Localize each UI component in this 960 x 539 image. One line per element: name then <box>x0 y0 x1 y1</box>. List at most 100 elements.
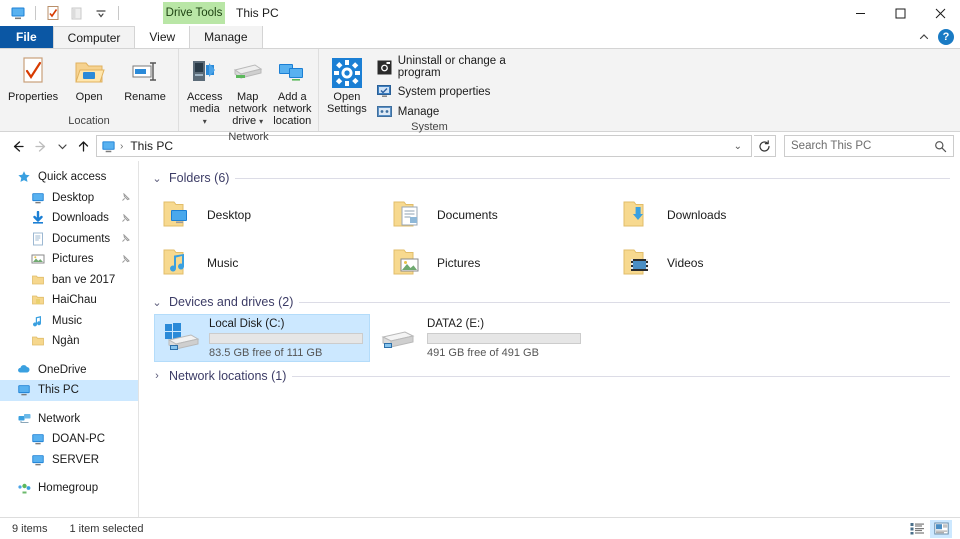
properties-icon[interactable] <box>43 3 63 23</box>
this-pc-icon[interactable] <box>8 3 28 23</box>
add-network-location-button[interactable]: Add a network location <box>271 53 314 130</box>
list-item[interactable]: Pictures <box>387 239 617 287</box>
customize-dropdown-icon[interactable] <box>91 3 111 23</box>
collapse-ribbon-icon[interactable] <box>918 31 930 43</box>
drive-item-local-disk-c[interactable]: Local Disk (C:) 83.5 GB free of 111 GB <box>154 314 370 362</box>
list-item[interactable]: Documents <box>387 191 617 239</box>
music-icon <box>30 313 46 329</box>
help-button[interactable]: ? <box>938 29 954 45</box>
tab-file[interactable]: File <box>0 26 53 48</box>
sidebar-item-music[interactable]: Music <box>0 311 138 332</box>
chevron-down-icon[interactable]: ▾ <box>203 117 207 126</box>
open-button[interactable]: Open <box>62 53 116 106</box>
ribbon-group-location-label: Location <box>68 115 110 127</box>
chevron-down-icon[interactable]: ▾ <box>259 117 263 126</box>
group-header-folders[interactable]: ⌄ Folders (6) <box>147 167 960 189</box>
homegroup-icon <box>16 480 32 496</box>
uninstall-program-button[interactable]: Uninstall or change a program <box>375 53 534 81</box>
drive-usage-meter <box>427 332 581 344</box>
access-media-button[interactable]: Access media ▾ <box>185 53 224 131</box>
sidebar-item-onedrive[interactable]: OneDrive <box>0 360 138 381</box>
manage-button[interactable]: Manage <box>375 102 534 121</box>
pin-icon[interactable] <box>121 213 130 223</box>
open-folder-icon <box>73 56 105 88</box>
tab-computer[interactable]: Computer <box>52 26 136 48</box>
close-button[interactable] <box>920 0 960 26</box>
list-item[interactable]: Videos <box>617 239 847 287</box>
chevron-down-icon[interactable]: ⌄ <box>151 172 163 185</box>
new-folder-icon[interactable] <box>67 3 87 23</box>
large-icons-view-button[interactable] <box>930 519 952 538</box>
open-settings-button[interactable]: Open Settings <box>325 53 369 118</box>
breadcrumb-separator[interactable]: › <box>120 141 123 152</box>
search-input[interactable]: Search This PC <box>784 135 954 157</box>
windows-drive-icon <box>161 320 201 356</box>
maximize-button[interactable] <box>880 0 920 26</box>
folder-icon <box>30 292 46 308</box>
manage-label: Manage <box>397 105 440 118</box>
sidebar-item-pictures[interactable]: Pictures <box>0 249 138 270</box>
sidebar-item-homegroup[interactable]: Homegroup <box>0 478 138 499</box>
minimize-button[interactable] <box>840 0 880 26</box>
refresh-button[interactable] <box>754 135 776 157</box>
group-header-drives[interactable]: ⌄ Devices and drives (2) <box>147 291 960 313</box>
rename-icon <box>129 56 161 88</box>
pin-icon[interactable] <box>121 254 130 264</box>
ribbon-group-network-label: Network <box>228 131 269 143</box>
sidebar-item-downloads[interactable]: Downloads <box>0 208 138 229</box>
forward-button[interactable] <box>30 135 52 157</box>
sidebar-item-quick-access[interactable]: Quick access <box>0 167 138 188</box>
tab-manage[interactable]: Manage <box>189 26 263 48</box>
recent-locations-button[interactable] <box>54 135 70 157</box>
list-item[interactable]: Desktop <box>157 191 387 239</box>
sidebar-label: Downloads <box>52 212 109 225</box>
sidebar-label: ban ve 2017 <box>52 273 116 286</box>
ribbon-tab-actions: ? <box>918 26 954 48</box>
chevron-down-icon[interactable]: ⌄ <box>151 296 163 309</box>
sidebar-item-server[interactable]: SERVER <box>0 450 138 471</box>
drive-name: DATA2 (E:) <box>427 317 485 330</box>
breadcrumb-this-pc[interactable]: This PC <box>127 138 176 154</box>
item-label: Music <box>207 256 239 270</box>
up-button[interactable] <box>72 135 94 157</box>
list-item[interactable]: Music <box>157 239 387 287</box>
tab-view[interactable]: View <box>135 26 189 48</box>
back-button[interactable] <box>6 135 28 157</box>
sidebar-item-haichau[interactable]: HaiChau <box>0 290 138 311</box>
ribbon-tab-strip: File Computer View Manage ? <box>0 26 960 48</box>
drive-item-data2-e[interactable]: DATA2 (E:) 491 GB free of 491 GB <box>373 315 587 361</box>
sidebar-item-ban-ve-2017[interactable]: ban ve 2017 <box>0 270 138 291</box>
system-properties-button[interactable]: System properties <box>375 82 534 101</box>
breadcrumb-dropdown-icon[interactable]: ⌄ <box>729 141 747 152</box>
sidebar-item-doan-pc[interactable]: DOAN-PC <box>0 429 138 450</box>
pin-icon[interactable] <box>121 234 130 243</box>
folder-pictures-icon <box>391 246 427 280</box>
open-label: Open <box>75 91 103 103</box>
sidebar-item-network[interactable]: Network <box>0 409 138 430</box>
sidebar-gap-2 <box>0 401 138 409</box>
properties-button[interactable]: Properties <box>6 53 60 106</box>
list-item[interactable]: Downloads <box>617 191 847 239</box>
pin-icon[interactable] <box>121 193 130 202</box>
sidebar-item-this-pc[interactable]: This PC <box>0 380 138 401</box>
map-network-drive-button[interactable]: Map network drive ▾ <box>226 53 269 131</box>
group-header-network-locations[interactable]: › Network locations (1) <box>147 365 960 387</box>
group-rule <box>235 177 950 179</box>
chevron-right-icon[interactable]: › <box>151 370 163 382</box>
uninstall-label: Uninstall or change a program <box>397 55 506 79</box>
sidebar-item-documents[interactable]: Documents <box>0 229 138 250</box>
details-view-button[interactable] <box>906 520 928 538</box>
sidebar-item-ngan[interactable]: Ngàn <box>0 331 138 352</box>
selection-status: 1 item selected <box>69 522 144 535</box>
search-icon[interactable] <box>934 140 947 153</box>
sidebar-item-desktop[interactable]: Desktop <box>0 188 138 209</box>
computer-icon <box>30 431 46 447</box>
this-pc-icon <box>101 139 116 154</box>
drive-info: DATA2 (E:) 491 GB free of 491 GB <box>427 318 581 359</box>
drive-tools-context-header: Drive Tools <box>163 2 225 24</box>
uninstall-icon <box>377 60 392 75</box>
rename-button[interactable]: Rename <box>118 53 172 106</box>
sidebar-label: Quick access <box>38 171 107 184</box>
settings-gear-icon <box>331 56 362 88</box>
desktop-icon <box>30 190 46 206</box>
